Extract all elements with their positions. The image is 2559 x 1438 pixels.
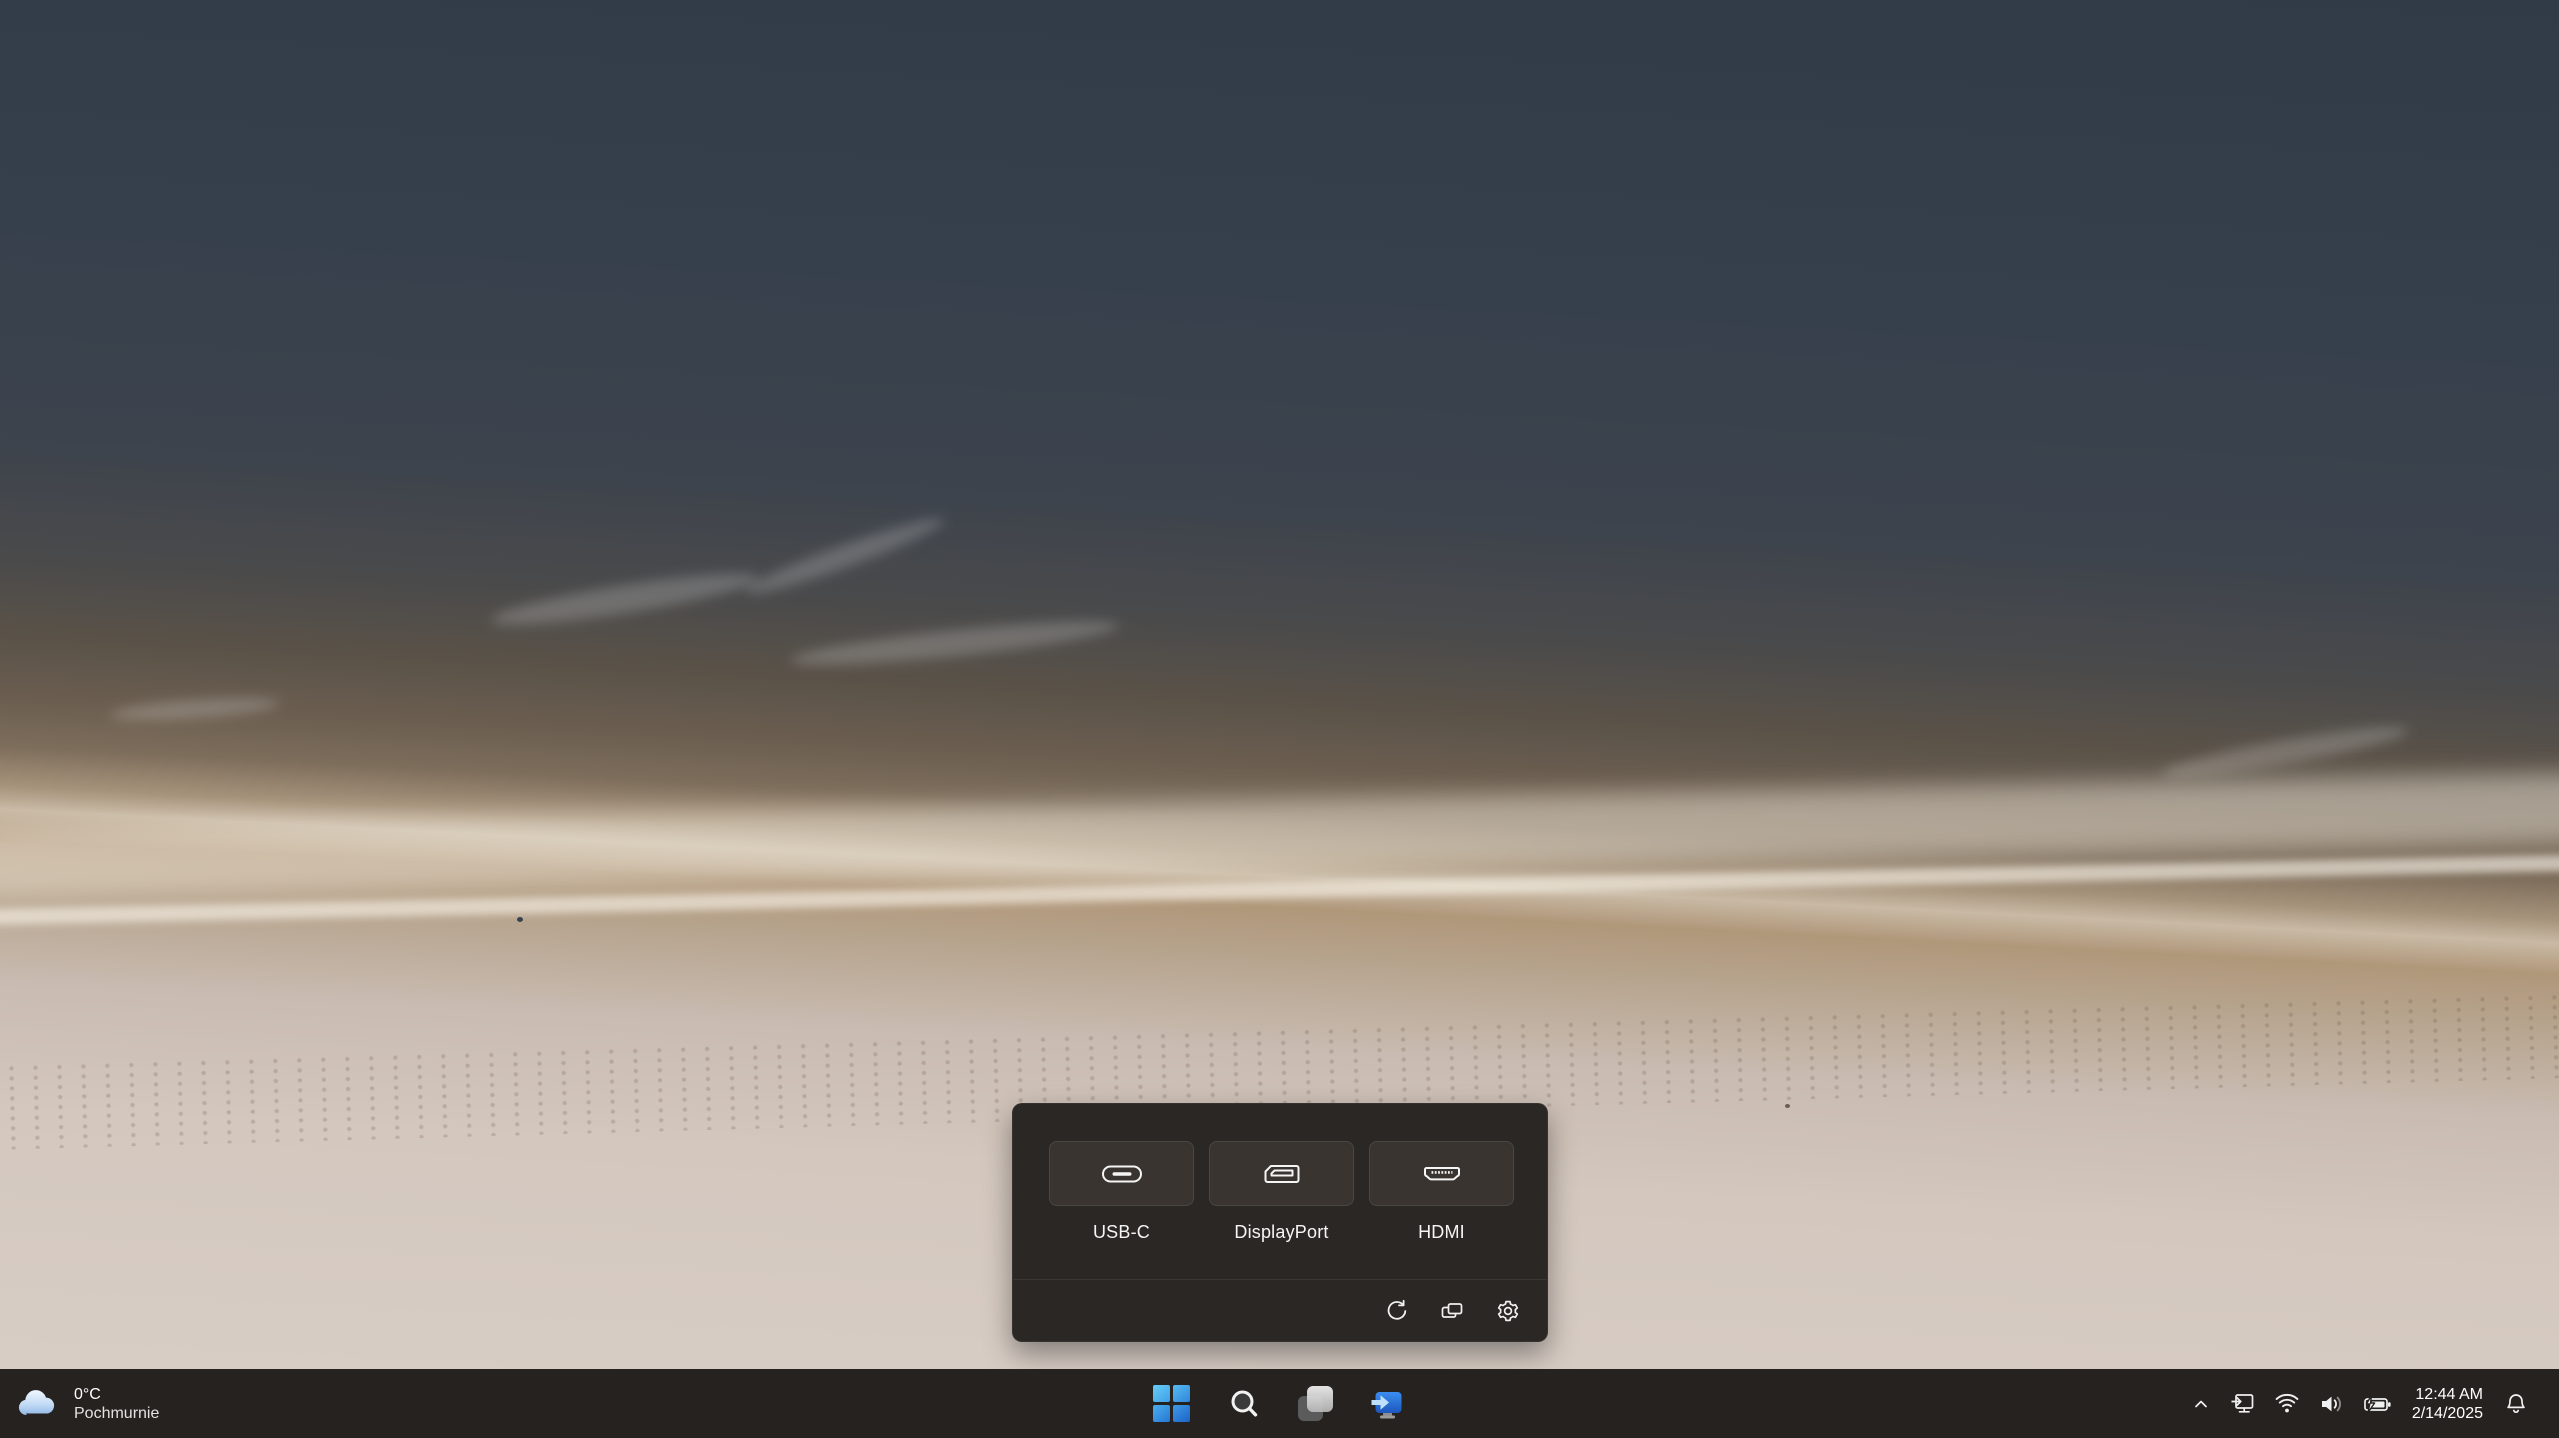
refresh-button[interactable] (1382, 1297, 1410, 1325)
clock-date: 2/14/2025 (2412, 1404, 2483, 1423)
volume-tray-button[interactable] (2314, 1384, 2348, 1424)
volume-icon (2318, 1391, 2344, 1417)
chevron-up-icon (2191, 1394, 2211, 1414)
duplicate-displays-icon (1440, 1299, 1464, 1323)
cast-display-tray-button[interactable] (2225, 1384, 2260, 1424)
input-option-displayport: DisplayPort (1209, 1141, 1354, 1243)
duplicate-displays-button[interactable] (1438, 1297, 1466, 1325)
settings-button[interactable] (1494, 1297, 1522, 1325)
input-options-row: USB-C DisplayPort (1049, 1141, 1514, 1243)
weather-condition: Pochmurnie (74, 1404, 159, 1423)
battery-charging-icon (2362, 1391, 2392, 1417)
task-view-button[interactable] (1294, 1382, 1338, 1426)
battery-tray-button[interactable] (2358, 1384, 2396, 1424)
wave-foam-streak (110, 694, 281, 724)
clock[interactable]: 12:44 AM 2/14/2025 (2406, 1384, 2489, 1424)
beach-speck (1785, 1104, 1790, 1108)
hidden-icons-button[interactable] (2187, 1384, 2215, 1424)
usb-c-input-button[interactable] (1049, 1141, 1194, 1206)
input-label-displayport: DisplayPort (1234, 1222, 1328, 1243)
clock-time: 12:44 AM (2415, 1385, 2483, 1404)
display-arrow-icon (2229, 1390, 2256, 1417)
wave-foam-streak (790, 613, 1121, 673)
system-tray: 12:44 AM 2/14/2025 (2187, 1369, 2559, 1438)
task-view-icon (1297, 1385, 1334, 1422)
input-option-usb-c: USB-C (1049, 1141, 1194, 1243)
settings-gear-icon (1496, 1299, 1520, 1323)
wave-foam-streak (743, 510, 948, 602)
input-label-hdmi: HDMI (1418, 1222, 1465, 1243)
notifications-button[interactable] (2499, 1384, 2533, 1424)
search-button[interactable] (1222, 1382, 1266, 1426)
wifi-tray-button[interactable] (2270, 1384, 2304, 1424)
taskbar: 0°C Pochmurnie (0, 1369, 2559, 1438)
weather-widget[interactable]: 0°C Pochmurnie (0, 1369, 177, 1438)
wave-foam-streak (489, 564, 760, 634)
start-button[interactable] (1150, 1382, 1194, 1426)
popup-footer (1013, 1279, 1547, 1341)
hdmi-input-button[interactable] (1369, 1141, 1514, 1206)
wifi-icon (2274, 1391, 2300, 1417)
remote-desktop-icon (1369, 1385, 1407, 1423)
display-input-switcher-panel: USB-C DisplayPort (1012, 1103, 1548, 1342)
weather-text: 0°C Pochmurnie (74, 1385, 159, 1423)
windows-start-icon (1153, 1385, 1190, 1422)
refresh-icon (1384, 1299, 1408, 1323)
cloud-icon (16, 1388, 60, 1419)
displayport-port-icon (1259, 1159, 1305, 1189)
taskbar-center-icons (1150, 1369, 1410, 1438)
hdmi-port-icon (1419, 1159, 1465, 1189)
weather-temperature: 0°C (74, 1385, 101, 1404)
input-label-usb-c: USB-C (1093, 1222, 1150, 1243)
bell-icon (2503, 1391, 2529, 1417)
beach-speck (517, 917, 523, 922)
wave-foam-streak (2160, 718, 2410, 785)
remote-desktop-app-button[interactable] (1366, 1382, 1410, 1426)
displayport-input-button[interactable] (1209, 1141, 1354, 1206)
input-option-hdmi: HDMI (1369, 1141, 1514, 1243)
search-icon (1226, 1386, 1262, 1422)
usb-c-port-icon (1099, 1159, 1145, 1189)
